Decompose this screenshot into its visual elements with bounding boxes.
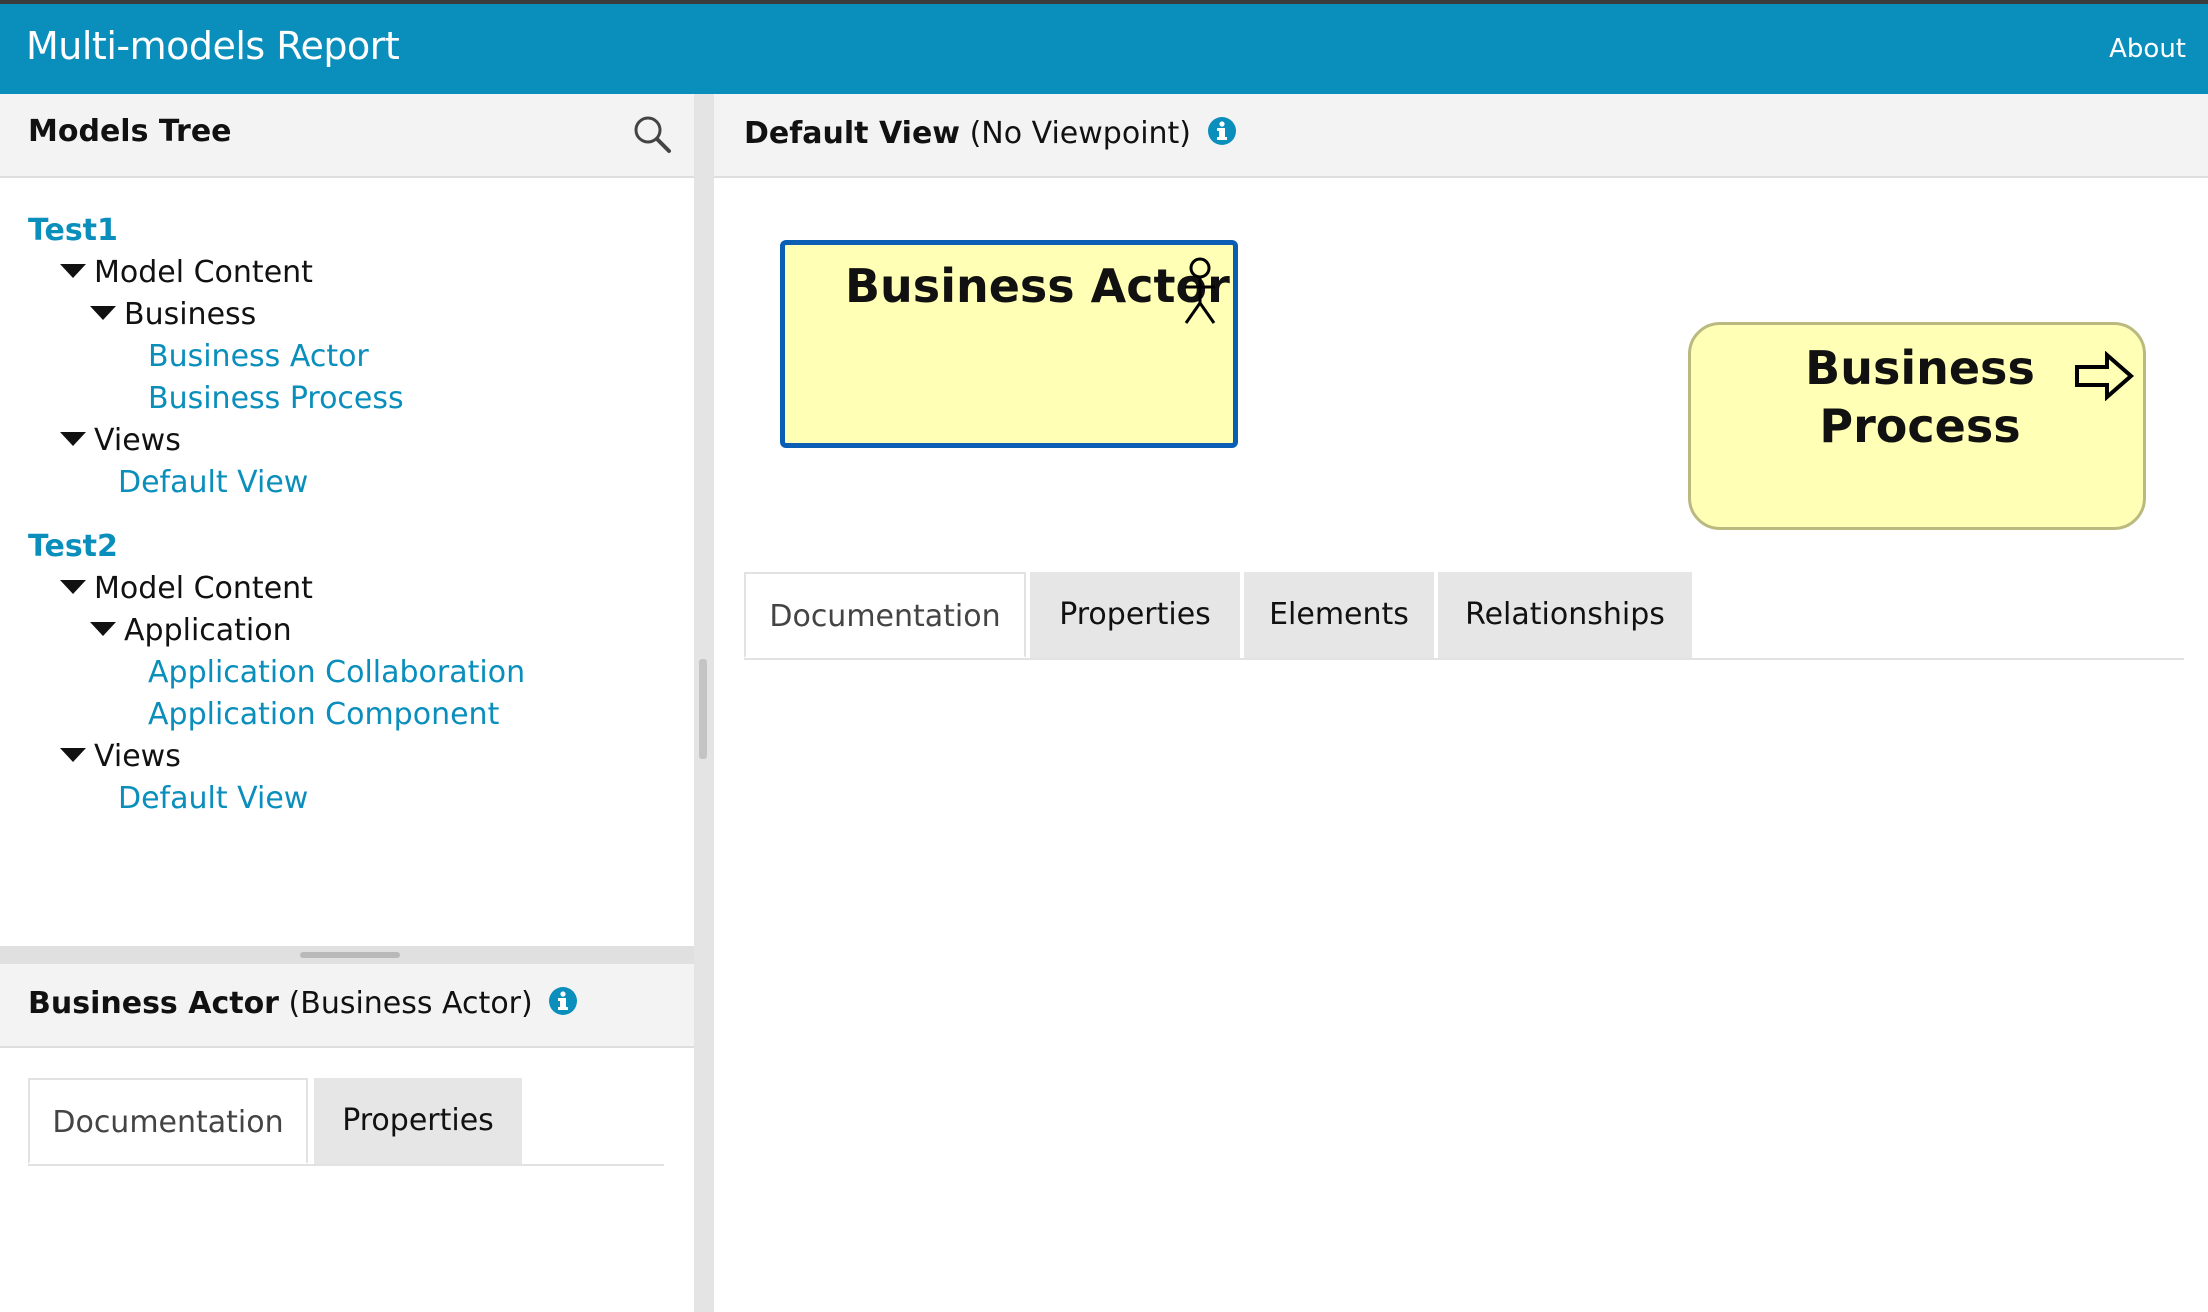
- app-header: Multi-models Report About: [0, 0, 2208, 94]
- view-title: Default View (No Viewpoint): [744, 116, 1237, 151]
- view-pane: Default View (No Viewpoint) Business Act…: [714, 94, 2208, 1312]
- tab-documentation[interactable]: Documentation: [744, 572, 1026, 658]
- tree-item-business-actor[interactable]: Business Actor: [148, 336, 369, 378]
- element-detail-header: Business Actor (Business Actor): [0, 964, 694, 1048]
- search-icon[interactable]: [632, 114, 672, 154]
- tab-documentation[interactable]: Documentation: [28, 1078, 308, 1164]
- element-label-line: Process: [1819, 399, 2021, 453]
- expand-triangle-icon[interactable]: [60, 263, 86, 278]
- tree-folder-label: Model Content: [94, 255, 313, 290]
- diagram-element-business-actor[interactable]: Business Actor: [780, 240, 1238, 448]
- tree-folder-label: Application: [124, 613, 292, 648]
- models-tree-title: Models Tree: [28, 114, 232, 149]
- expand-triangle-icon[interactable]: [60, 747, 86, 762]
- tree-folder-label: Views: [94, 423, 181, 458]
- info-icon[interactable]: [548, 986, 578, 1016]
- view-viewpoint: (No Viewpoint): [969, 116, 1192, 151]
- horizontal-splitter[interactable]: [0, 946, 694, 964]
- tree-folder-label: Model Content: [94, 571, 313, 606]
- view-name: Default View: [744, 116, 961, 151]
- tree-folder-business[interactable]: Business: [90, 294, 256, 336]
- tab-relationships[interactable]: Relationships: [1438, 572, 1692, 658]
- tree-model-test1[interactable]: Test1: [28, 210, 118, 252]
- tree-folder-label: Views: [94, 739, 181, 774]
- splitter-grip[interactable]: [699, 659, 707, 759]
- actor-icon: [1184, 257, 1216, 324]
- tree-folder-views[interactable]: Views: [60, 420, 181, 462]
- process-arrow-icon: [2075, 351, 2135, 401]
- about-link[interactable]: About: [2109, 34, 2186, 64]
- element-detail-tabs: Documentation Properties: [28, 1078, 664, 1166]
- expand-triangle-icon[interactable]: [90, 621, 116, 636]
- tree-item-business-process[interactable]: Business Process: [148, 378, 404, 420]
- expand-triangle-icon[interactable]: [60, 579, 86, 594]
- tree-folder-views[interactable]: Views: [60, 736, 181, 778]
- models-tree-header: Models Tree: [0, 94, 694, 178]
- element-type: (Business Actor): [288, 986, 533, 1021]
- tree-item-application-collaboration[interactable]: Application Collaboration: [148, 652, 525, 694]
- tree-folder-model-content[interactable]: Model Content: [60, 252, 313, 294]
- view-tabs: Documentation Properties Elements Relati…: [744, 572, 2184, 660]
- vertical-splitter[interactable]: [694, 94, 714, 1312]
- tab-properties[interactable]: Properties: [1030, 572, 1240, 658]
- app-title: Multi-models Report: [26, 24, 400, 68]
- element-label: Business Actor: [845, 259, 1230, 313]
- element-detail-title: Business Actor (Business Actor): [28, 986, 578, 1021]
- view-header: Default View (No Viewpoint): [714, 94, 2208, 178]
- info-icon[interactable]: [1207, 116, 1237, 146]
- tab-properties[interactable]: Properties: [314, 1078, 522, 1164]
- tree-item-default-view[interactable]: Default View: [118, 778, 308, 820]
- tree-folder-model-content[interactable]: Model Content: [60, 568, 313, 610]
- view-diagram: Business Actor Business Process: [714, 178, 2208, 578]
- tree-model-test2[interactable]: Test2: [28, 526, 118, 568]
- tree-item-default-view[interactable]: Default View: [118, 462, 308, 504]
- tree-folder-application[interactable]: Application: [90, 610, 292, 652]
- splitter-grip[interactable]: [300, 952, 400, 958]
- tree-folder-label: Business: [124, 297, 257, 332]
- expand-triangle-icon[interactable]: [60, 431, 86, 446]
- element-name: Business Actor: [28, 986, 279, 1021]
- diagram-element-business-process[interactable]: Business Process: [1688, 322, 2146, 530]
- tab-elements[interactable]: Elements: [1244, 572, 1434, 658]
- tree-item-application-component[interactable]: Application Component: [148, 694, 499, 736]
- expand-triangle-icon[interactable]: [90, 305, 116, 320]
